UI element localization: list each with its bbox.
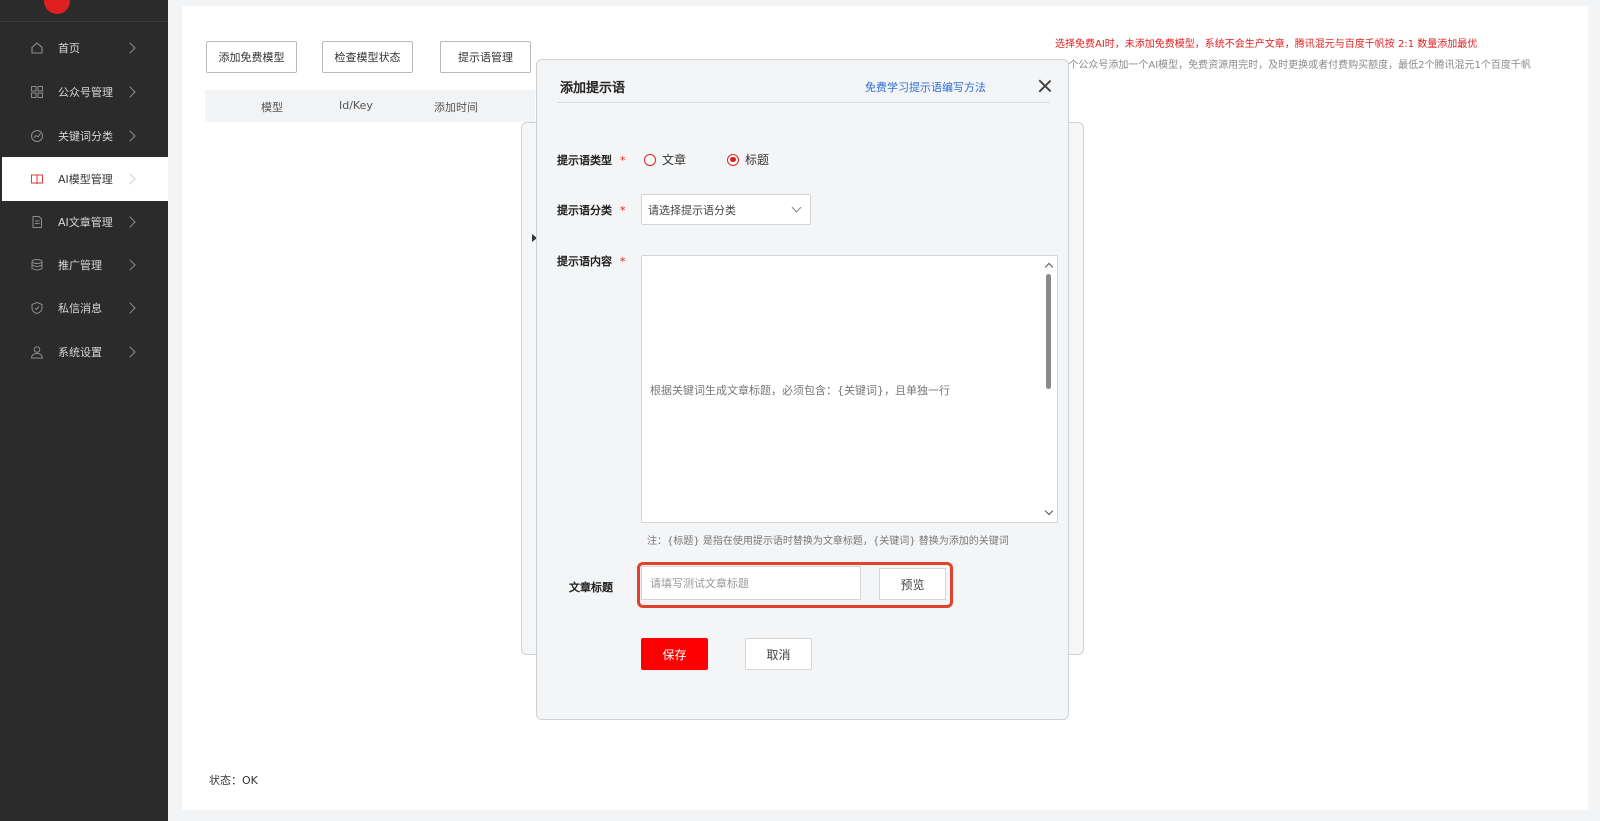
chevron-right-icon [124,346,136,358]
chart-icon [30,129,44,143]
sidebar-item-messages[interactable]: 私信消息 [2,286,168,330]
prompt-content-textarea[interactable]: 根据关键词生成文章标题，必须包含：{关键词}，且单独一行 [641,255,1058,523]
required-mark: * [620,204,626,217]
scroll-up-icon[interactable] [1044,262,1054,272]
add-prompt-dialog: 添加提示语 免费学习提示语编写方法 提示语类型 * 文章 标题 提示语分类 * 请选… [536,59,1069,720]
chevron-right-icon [124,259,136,271]
scroll-down-icon[interactable] [1044,506,1054,516]
prompt-content-text: 根据关键词生成文章标题，必须包含：{关键词}，且单独一行 [650,384,950,397]
content-label: 提示语内容 * [557,253,626,269]
add-free-model-button[interactable]: 添加免费模型 [206,41,297,73]
dialog-divider [557,102,1050,103]
sidebar-item-accounts[interactable]: 公众号管理 [2,70,168,114]
sidebar-item-label: 首页 [58,42,80,55]
chevron-down-icon [791,202,802,213]
chevron-right-icon [124,42,136,54]
article-title-label: 文章标题 [569,581,613,594]
document-icon [30,215,44,229]
chevron-right-icon [124,302,136,314]
sidebar-item-ai-models[interactable]: AI模型管理 [2,157,168,201]
category-select-placeholder: 请选择提示语分类 [648,203,736,217]
home-icon [30,41,44,55]
prompt-management-button[interactable]: 提示语管理 [440,41,531,73]
database-icon [30,258,44,272]
book-icon [30,172,44,186]
scroll-thumb[interactable] [1046,274,1051,389]
radio-circle [727,153,739,166]
shield-icon [30,301,44,315]
radio-label: 文章 [662,153,687,167]
article-title-input[interactable]: 请填写测试文章标题 [641,566,861,600]
textarea-scrollbar[interactable] [1041,256,1057,522]
sidebar-item-ai-articles[interactable]: AI文章管理 [2,200,168,244]
chevron-right-icon [124,86,136,98]
radio-circle [644,153,656,166]
sidebar-item-home[interactable]: 首页 [2,26,168,70]
required-mark: * [620,154,626,167]
logo-strip [0,0,168,22]
chevron-right-icon [124,130,136,142]
table-header: 模型 Id/Key 添加时间 [205,90,535,122]
column-header-added-time: 添加时间 [434,101,478,114]
column-header-model: 模型 [261,101,283,114]
sidebar-item-label: AI文章管理 [58,216,113,229]
logo [44,0,70,14]
content-label-text: 提示语内容 [557,255,612,268]
category-select[interactable]: 请选择提示语分类 [641,194,811,225]
preview-button[interactable]: 预览 [879,568,946,600]
status-text: 状态：OK [209,774,258,787]
cancel-button[interactable]: 取消 [745,638,812,670]
check-model-status-button[interactable]: 检查模型状态 [322,41,413,73]
info-notice: 5个公众号添加一个AI模型，免费资源用完时，及时更换或者付费购买额度，最低2个腾… [1062,60,1531,71]
sidebar-item-label: 推广管理 [58,259,102,272]
warning-notice: 选择免费AI时，未添加免费模型，系统不会生产文章，腾讯混元与百度千帆按 2:1 … [1055,39,1478,50]
type-label-text: 提示语类型 [557,154,612,167]
required-mark: * [620,255,626,268]
content-note: 注：{标题} 是指在使用提示语时替换为文章标题，{关键词} 替换为添加的关键词 [647,536,1009,547]
column-header-id-key: Id/Key [339,99,373,112]
category-label-text: 提示语分类 [557,204,612,217]
category-label: 提示语分类 * [557,202,626,218]
type-label: 提示语类型 * [557,152,626,168]
grid-icon [30,85,44,99]
article-title-placeholder: 请填写测试文章标题 [650,577,749,590]
sidebar-item-settings[interactable]: 系统设置 [2,330,168,374]
sidebar-item-label: 公众号管理 [58,86,113,99]
dialog-title: 添加提示语 [560,81,626,96]
radio-label: 标题 [745,153,770,167]
radio-title[interactable]: 标题 [727,151,769,168]
chevron-right-icon [124,173,136,185]
user-icon [30,345,44,359]
sidebar-item-label: 私信消息 [58,302,102,315]
save-button[interactable]: 保存 [641,638,708,670]
sidebar-item-label: AI模型管理 [58,173,113,186]
sidebar-item-keywords[interactable]: 关键词分类 [2,114,168,158]
chevron-right-icon [124,216,136,228]
help-link[interactable]: 免费学习提示语编写方法 [865,79,986,95]
sidebar: 首页 公众号管理 关键词分类 AI模型管理 AI文章管理 推广管理 私信消息 系… [0,0,168,821]
sidebar-item-promotion[interactable]: 推广管理 [2,243,168,287]
radio-article[interactable]: 文章 [644,151,686,168]
sidebar-item-label: 关键词分类 [58,130,113,143]
sidebar-item-label: 系统设置 [58,346,102,359]
close-icon[interactable] [1038,79,1052,93]
